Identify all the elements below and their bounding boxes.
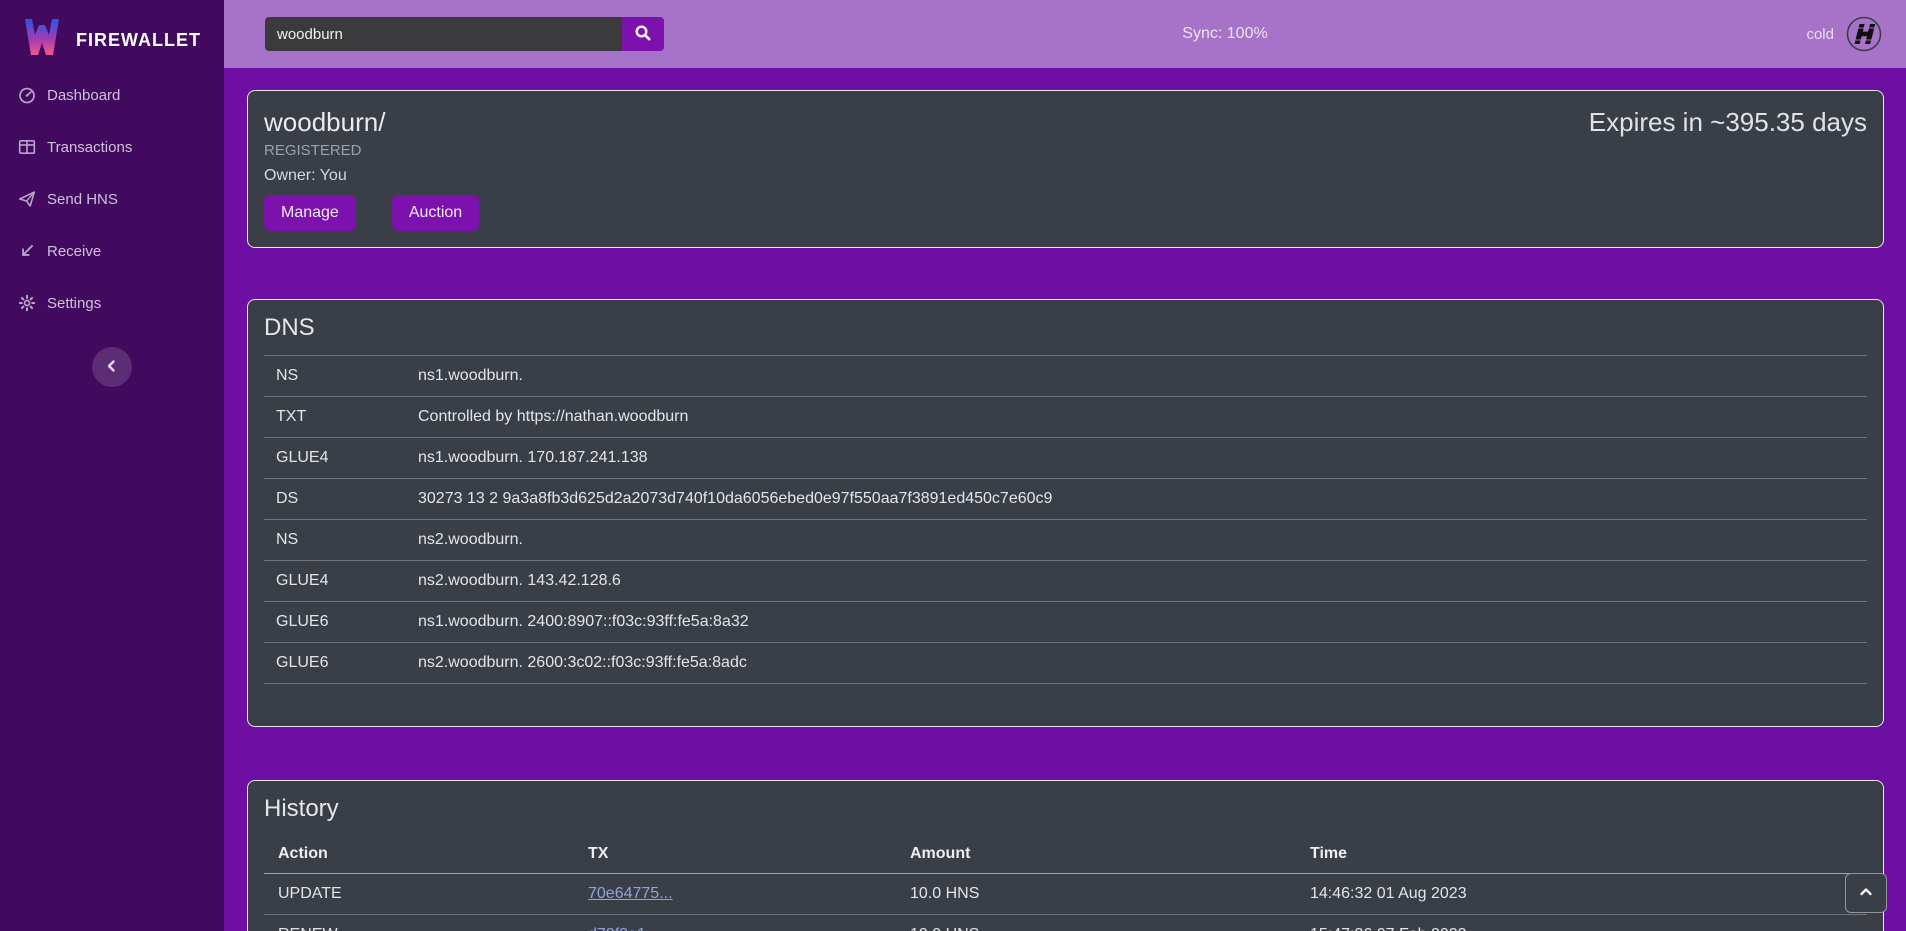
dns-record-row: GLUE4ns1.woodburn. 170.187.241.138 bbox=[264, 438, 1867, 479]
tx-hash-link[interactable]: d72f3a1... bbox=[588, 926, 659, 931]
dns-record-type: TXT bbox=[264, 397, 406, 438]
sidebar-item-transactions[interactable]: Transactions bbox=[0, 121, 224, 173]
history-column-header: Amount bbox=[896, 835, 1296, 873]
name-card: woodburn/ REGISTERED Owner: You Manage A… bbox=[247, 90, 1884, 248]
auction-button[interactable]: Auction bbox=[392, 195, 479, 231]
topbar: Sync: 100% cold bbox=[224, 0, 1906, 68]
main-content: woodburn/ REGISTERED Owner: You Manage A… bbox=[224, 68, 1906, 931]
dns-records-table: NSns1.woodburn.TXTControlled by https://… bbox=[264, 355, 1867, 684]
dns-card-title: DNS bbox=[264, 314, 1867, 342]
dns-record-value: ns1.woodburn. 2400:8907::f03c:93ff:fe5a:… bbox=[406, 602, 1867, 643]
sidebar-nav: Dashboard Transactions Send HNS Receive Sett… bbox=[0, 69, 224, 329]
wallet-group[interactable]: cold bbox=[1806, 0, 1882, 68]
dns-record-row: GLUE6ns1.woodburn. 2400:8907::f03c:93ff:… bbox=[264, 602, 1867, 643]
sync-status: Sync: 100% bbox=[1182, 25, 1267, 43]
search-group bbox=[265, 17, 664, 51]
manage-button[interactable]: Manage bbox=[264, 195, 356, 231]
dns-record-type: DS bbox=[264, 479, 406, 520]
dns-record-row: NSns2.woodburn. bbox=[264, 520, 1867, 561]
history-column-header: Action bbox=[264, 835, 574, 873]
dns-record-row: DS30273 13 2 9a3a8fb3d625d2a2073d740f10d… bbox=[264, 479, 1867, 520]
send-icon bbox=[18, 190, 36, 208]
history-table: ActionTXAmountTime UPDATE 70e64775... 10.0… bbox=[264, 835, 1867, 931]
sidebar-item-label: Transactions bbox=[47, 139, 132, 156]
dns-card: DNS NSns1.woodburn.TXTControlled by http… bbox=[247, 299, 1884, 727]
search-button[interactable] bbox=[622, 17, 664, 51]
history-row: UPDATE 70e64775... 10.0 HNS14:46:32 01 Aug… bbox=[264, 873, 1867, 914]
dns-record-type: GLUE4 bbox=[264, 438, 406, 479]
dns-record-type: NS bbox=[264, 356, 406, 397]
history-time: 14:46:32 01 Aug 2023 bbox=[1296, 873, 1867, 914]
wallet-name: cold bbox=[1806, 26, 1834, 43]
scroll-to-top-button[interactable] bbox=[1845, 873, 1887, 913]
search-input[interactable] bbox=[265, 17, 622, 51]
handshake-logo-icon[interactable] bbox=[1846, 16, 1882, 52]
history-card-title: History bbox=[264, 795, 1867, 823]
receive-icon bbox=[18, 242, 36, 260]
history-row: RENEW d72f3a1... 10.0 HNS15:47:36 07 Feb 2… bbox=[264, 914, 1867, 931]
transactions-icon bbox=[18, 138, 36, 156]
settings-icon bbox=[18, 294, 36, 312]
sidebar-collapse-button[interactable] bbox=[92, 347, 132, 387]
history-column-header: TX bbox=[574, 835, 896, 873]
tx-hash-link[interactable]: 70e64775... bbox=[588, 885, 673, 902]
history-amount: 10.0 HNS bbox=[896, 873, 1296, 914]
dns-record-row: NSns1.woodburn. bbox=[264, 356, 1867, 397]
dns-record-row: GLUE4ns2.woodburn. 143.42.128.6 bbox=[264, 561, 1867, 602]
dashboard-icon bbox=[18, 86, 36, 104]
dns-record-value: Controlled by https://nathan.woodburn bbox=[406, 397, 1867, 438]
domain-status: REGISTERED bbox=[264, 139, 479, 163]
brand[interactable]: FIREWALLET bbox=[0, 0, 224, 68]
history-time: 15:47:36 07 Feb 2023 bbox=[1296, 914, 1867, 931]
history-amount: 10.0 HNS bbox=[896, 914, 1296, 931]
dns-record-value: ns2.woodburn. 2600:3c02::f03c:93ff:fe5a:… bbox=[406, 643, 1867, 684]
dns-record-value: 30273 13 2 9a3a8fb3d625d2a2073d740f10da6… bbox=[406, 479, 1867, 520]
dns-record-row: GLUE6ns2.woodburn. 2600:3c02::f03c:93ff:… bbox=[264, 643, 1867, 684]
sidebar-item-receive[interactable]: Receive bbox=[0, 225, 224, 277]
dns-record-type: GLUE4 bbox=[264, 561, 406, 602]
chevron-up-icon bbox=[1858, 884, 1874, 903]
dns-record-value: ns1.woodburn. 170.187.241.138 bbox=[406, 438, 1867, 479]
sidebar-item-label: Dashboard bbox=[47, 87, 120, 104]
dns-record-type: NS bbox=[264, 520, 406, 561]
sidebar-item-dashboard[interactable]: Dashboard bbox=[0, 69, 224, 121]
sidebar-item-send-hns[interactable]: Send HNS bbox=[0, 173, 224, 225]
dns-record-type: GLUE6 bbox=[264, 643, 406, 684]
dns-record-value: ns2.woodburn. bbox=[406, 520, 1867, 561]
sidebar: FIREWALLET Dashboard Transactions Send HNS… bbox=[0, 0, 224, 931]
history-column-header: Time bbox=[1296, 835, 1867, 873]
domain-owner: Owner: You bbox=[264, 163, 479, 188]
history-action: RENEW bbox=[264, 914, 574, 931]
dns-record-value: ns2.woodburn. 143.42.128.6 bbox=[406, 561, 1867, 602]
domain-expiry: Expires in ~395.35 days bbox=[1589, 105, 1867, 233]
domain-name-title: woodburn/ bbox=[264, 105, 479, 139]
sidebar-item-label: Settings bbox=[47, 295, 101, 312]
history-action: UPDATE bbox=[264, 873, 574, 914]
sidebar-item-label: Receive bbox=[47, 243, 101, 260]
firewallet-w-logo-icon bbox=[22, 17, 62, 64]
brand-name: FIREWALLET bbox=[76, 30, 201, 51]
sidebar-item-label: Send HNS bbox=[47, 191, 118, 208]
sidebar-item-settings[interactable]: Settings bbox=[0, 277, 224, 329]
dns-record-type: GLUE6 bbox=[264, 602, 406, 643]
history-card: History ActionTXAmountTime UPDATE 70e6477… bbox=[247, 780, 1884, 931]
dns-record-value: ns1.woodburn. bbox=[406, 356, 1867, 397]
search-icon bbox=[634, 24, 652, 45]
chevron-left-icon bbox=[104, 358, 120, 377]
dns-record-row: TXTControlled by https://nathan.woodburn bbox=[264, 397, 1867, 438]
